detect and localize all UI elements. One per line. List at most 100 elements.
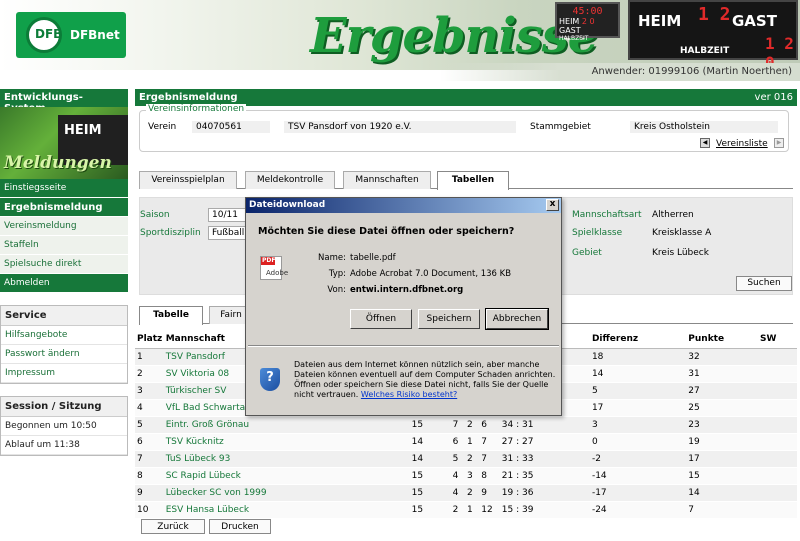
cell-platz: 8	[135, 467, 164, 485]
cell-differenz: -2	[589, 450, 687, 468]
tab-mannschaften[interactable]: Mannschaften	[343, 171, 431, 189]
cell-team[interactable]: Eintr. Groß Grönau	[163, 416, 410, 434]
table-row: 6 TSV Kücknitz 14 6 1 7 27 : 27 0 19	[135, 433, 797, 451]
service-link-impressum[interactable]: Impressum	[1, 364, 127, 383]
sidebar-item-staffeln[interactable]: Staffeln	[0, 236, 128, 255]
pdf-file-icon: PDF Adobe	[260, 256, 288, 280]
session-expiry: Ablauf um 11:38	[1, 436, 127, 455]
sidebar-item-abmelden[interactable]: Abmelden	[0, 274, 128, 293]
cell-sw	[758, 348, 797, 366]
sidebar-item-vereinsmeldung[interactable]: Vereinsmeldung	[0, 217, 128, 236]
cell-sw	[758, 433, 797, 451]
suchen-button[interactable]: Suchen	[736, 276, 792, 291]
cell-tore: 27 : 27	[499, 433, 590, 451]
col-sw: SW	[758, 330, 797, 349]
cell-platz: 10	[135, 501, 164, 519]
cell-spiele: 15	[409, 501, 451, 519]
cell-siege: 2	[450, 501, 465, 519]
gebiet-value: Kreis Lübeck	[652, 248, 709, 258]
cell-sw	[758, 416, 797, 434]
drucken-button[interactable]: Drucken	[209, 519, 271, 534]
service-link-passwort[interactable]: Passwort ändern	[1, 345, 127, 364]
cell-tore: 34 : 31	[499, 416, 590, 434]
cell-sw	[758, 450, 797, 468]
stammgebiet-label: Stammgebiet	[530, 122, 591, 132]
cell-team[interactable]: TuS Lübeck 93	[163, 450, 410, 468]
table-row: 5 Eintr. Groß Grönau 15 7 2 6 34 : 31 3 23	[135, 416, 797, 434]
version-label: ver 016	[754, 92, 793, 103]
saison-select[interactable]: 10/11	[208, 208, 248, 222]
tab-meldekontrolle[interactable]: Meldekontrolle	[245, 171, 335, 189]
dialog-separator	[248, 345, 559, 347]
cell-unentschieden: 2	[464, 484, 480, 502]
header-banner: DFB DFBnet Ergebnisse 45:00 HEIM 2 0 GAS…	[0, 0, 800, 70]
cell-niederlagen: 12	[479, 501, 500, 519]
cell-platz: 4	[135, 399, 164, 417]
meldungen-image: HEIM Meldungen	[0, 107, 128, 179]
mannschaftsart-value: Altherren	[652, 210, 694, 220]
sidebar-item-spielsuche[interactable]: Spielsuche direkt	[0, 255, 128, 274]
security-shield-icon: ?	[260, 368, 280, 391]
risk-link[interactable]: Welches Risiko besteht?	[361, 390, 457, 399]
cell-punkte: 14	[686, 484, 758, 502]
cell-niederlagen: 7	[479, 433, 500, 451]
abbrechen-button[interactable]: Abbrechen	[485, 308, 549, 330]
sidebar-item-einstiegsseite[interactable]: Einstiegsseite	[0, 179, 128, 198]
cell-team[interactable]: SC Rapid Lübeck	[163, 467, 410, 485]
dialog-titlebar: Dateidownload x	[246, 198, 561, 213]
prev-arrow-icon[interactable]: ◀	[700, 138, 710, 148]
dfbnet-logo[interactable]: DFB DFBnet	[16, 12, 126, 58]
cell-differenz: -14	[589, 467, 687, 485]
col-differenz: Differenz	[589, 330, 687, 349]
cell-sw	[758, 501, 797, 519]
service-title: Service	[1, 306, 127, 326]
cell-siege: 4	[450, 484, 465, 502]
cell-platz: 9	[135, 484, 164, 502]
cell-platz: 6	[135, 433, 164, 451]
sidebar-item-ergebnismeldung[interactable]: Ergebnismeldung	[0, 198, 128, 217]
cell-unentschieden: 1	[464, 501, 480, 519]
cell-differenz: 14	[589, 365, 687, 383]
cell-platz: 5	[135, 416, 164, 434]
cell-niederlagen: 6	[479, 416, 500, 434]
cell-tore: 21 : 35	[499, 467, 590, 485]
dialog-question: Möchten Sie diese Datei öffnen oder spei…	[258, 226, 515, 237]
close-icon[interactable]: x	[546, 199, 559, 211]
gebiet-label: Gebiet	[572, 248, 602, 258]
cell-siege: 7	[450, 416, 465, 434]
speichern-button[interactable]: Speichern	[418, 309, 480, 329]
cell-differenz: 18	[589, 348, 687, 366]
table-row: 8 SC Rapid Lübeck 15 4 3 8 21 : 35 -14 15	[135, 467, 797, 485]
table-row: 10 ESV Hansa Lübeck 15 2 1 12 15 : 39 -24 7	[135, 501, 797, 519]
cell-spiele: 14	[409, 433, 451, 451]
cell-siege: 6	[450, 433, 465, 451]
cell-punkte: 32	[686, 348, 758, 366]
cell-punkte: 23	[686, 416, 758, 434]
cell-team[interactable]: TSV Kücknitz	[163, 433, 410, 451]
tab-tabelle[interactable]: Tabelle	[139, 306, 203, 325]
cell-unentschieden: 3	[464, 467, 480, 485]
tab-vereinsspielplan[interactable]: Vereinsspielplan	[139, 171, 237, 189]
next-arrow-icon[interactable]: ▶	[774, 138, 784, 148]
cell-punkte: 15	[686, 467, 758, 485]
oeffnen-button[interactable]: Öffnen	[350, 309, 412, 329]
service-link-hilfsangebote[interactable]: Hilfsangebote	[1, 326, 127, 345]
cell-spiele: 15	[409, 467, 451, 485]
cell-punkte: 27	[686, 382, 758, 400]
session-box: Session / Sitzung Begonnen um 10:50 Abla…	[0, 396, 128, 456]
zurueck-button[interactable]: Zurück	[141, 519, 205, 534]
vereinsliste-link[interactable]: Vereinsliste	[716, 139, 768, 149]
cell-team[interactable]: ESV Hansa Lübeck	[163, 501, 410, 519]
cell-team[interactable]: Lübecker SC von 1999	[163, 484, 410, 502]
tab-tabellen[interactable]: Tabellen	[437, 171, 509, 190]
sidebar: Entwicklungs-System HEIM Meldungen Einst…	[0, 89, 128, 456]
dialog-title: Dateidownload	[249, 200, 326, 210]
verein-label: Verein	[148, 122, 177, 132]
cell-niederlagen: 8	[479, 467, 500, 485]
cell-sw	[758, 365, 797, 383]
cell-sw	[758, 399, 797, 417]
cell-spiele: 15	[409, 416, 451, 434]
cell-unentschieden: 2	[464, 450, 480, 468]
cell-siege: 5	[450, 450, 465, 468]
sportdisziplin-select[interactable]: Fußball	[208, 226, 248, 240]
